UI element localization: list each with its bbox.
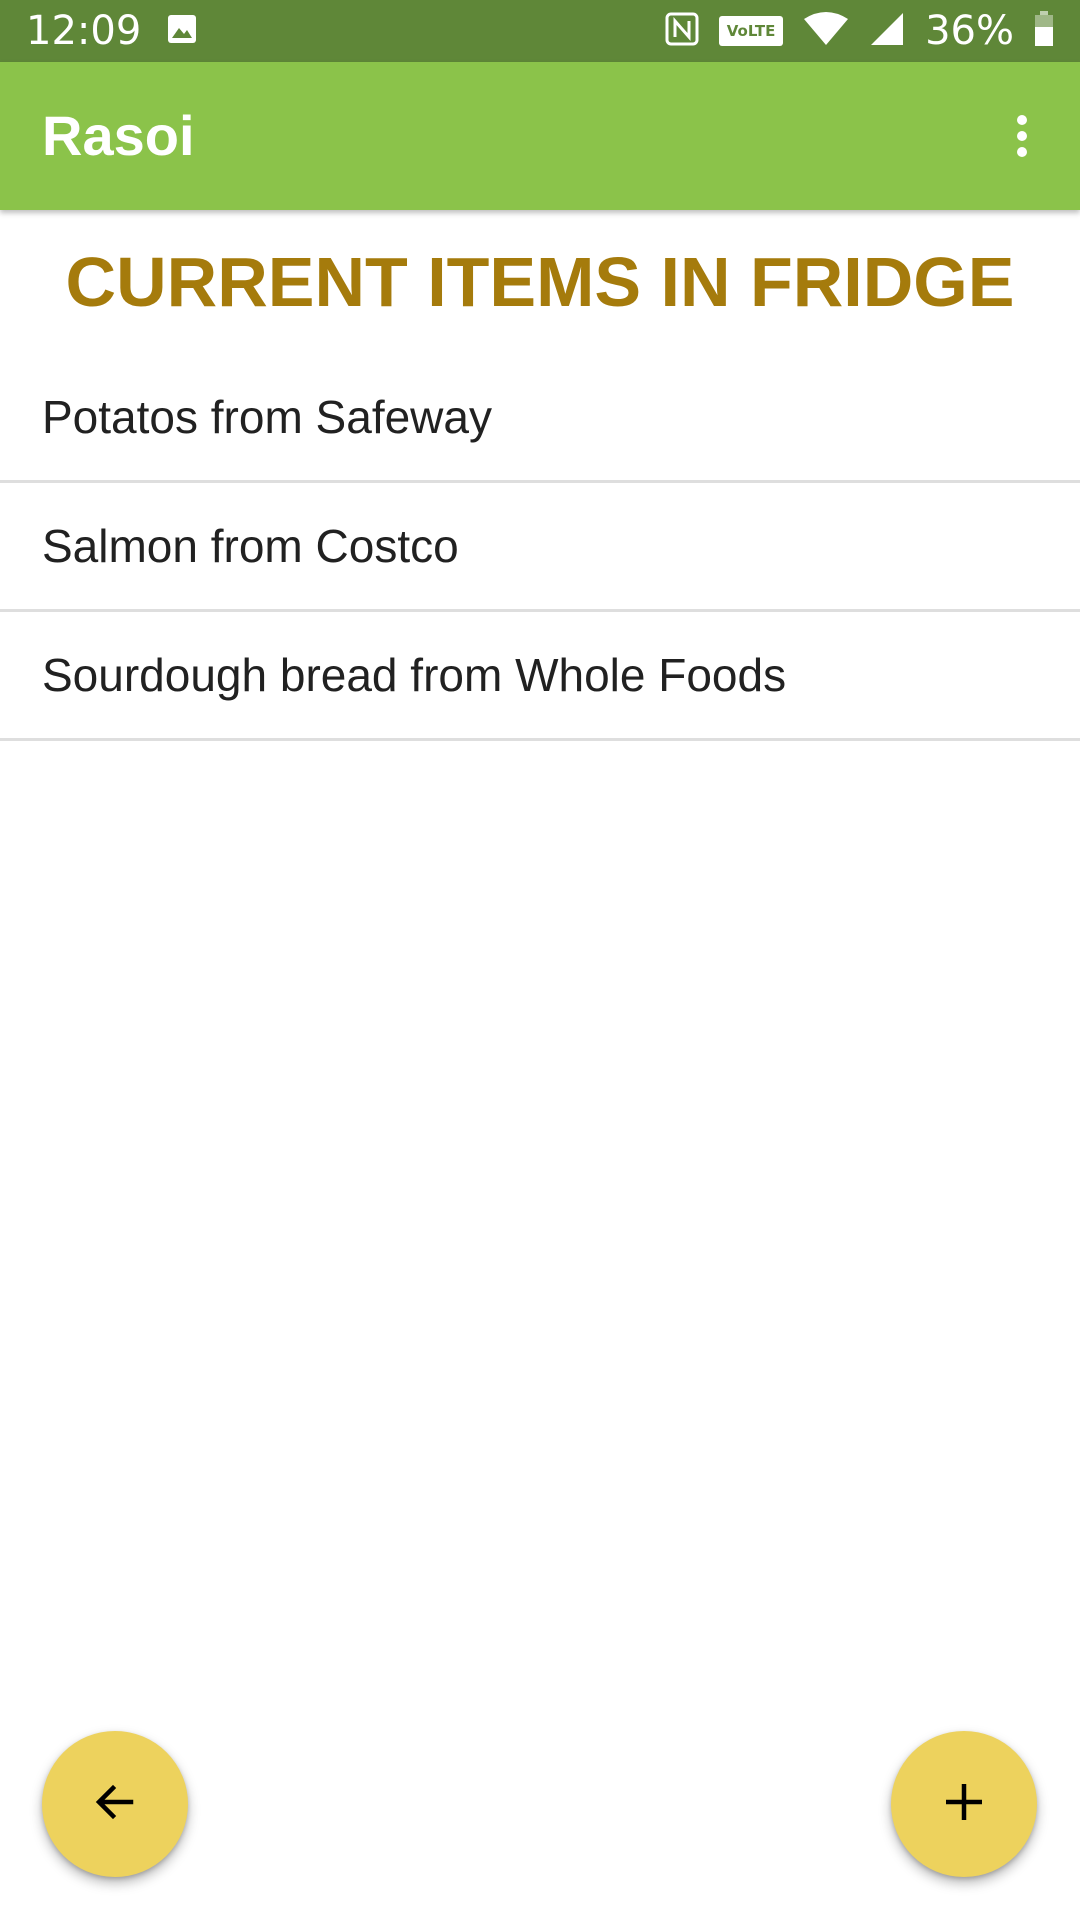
image-icon xyxy=(167,14,197,48)
battery-icon xyxy=(1034,11,1054,51)
page-heading: CURRENT ITEMS IN FRIDGE xyxy=(65,243,1015,321)
status-left: 12:09 xyxy=(26,0,197,62)
cellular-signal-icon xyxy=(869,11,905,51)
app-bar: Rasoi xyxy=(0,62,1080,210)
list-item-sourdough[interactable]: Sourdough bread from Whole Foods xyxy=(0,612,1080,741)
status-time: 12:09 xyxy=(26,8,142,54)
battery-percent: 36% xyxy=(925,8,1014,54)
add-item-button[interactable] xyxy=(891,1731,1037,1877)
arrow-left-icon xyxy=(91,1778,139,1830)
wifi-icon xyxy=(803,11,849,51)
status-right: VoLTE 36% xyxy=(665,8,1054,54)
screen: 12:09 VoLTE 36% Rasoi CURRENT ITEMS IN F… xyxy=(0,0,1080,1920)
status-bar: 12:09 VoLTE 36% xyxy=(0,0,1080,62)
back-button[interactable] xyxy=(42,1731,188,1877)
list-item-label: Salmon from Costco xyxy=(42,520,459,572)
list-item-salmon[interactable]: Salmon from Costco xyxy=(0,483,1080,612)
fridge-item-list: Potatos from Safeway Salmon from Costco … xyxy=(0,354,1080,741)
volte-label: VoLTE xyxy=(726,22,776,40)
plus-icon xyxy=(942,1780,986,1828)
list-item-potatos[interactable]: Potatos from Safeway xyxy=(0,354,1080,483)
volte-icon: VoLTE xyxy=(719,16,784,46)
more-vertical-icon[interactable] xyxy=(982,96,1062,176)
list-item-label: Potatos from Safeway xyxy=(42,391,492,443)
app-title: Rasoi xyxy=(42,104,195,167)
list-item-label: Sourdough bread from Whole Foods xyxy=(42,649,787,701)
nfc-icon xyxy=(665,12,699,50)
